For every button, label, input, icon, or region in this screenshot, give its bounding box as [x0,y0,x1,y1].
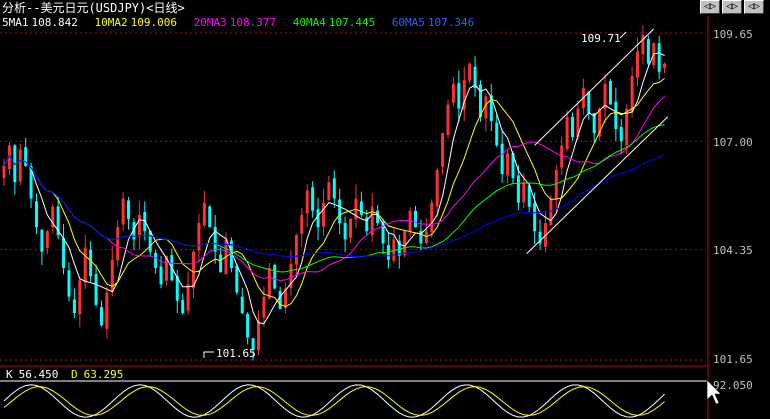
candle-body-80 [435,169,439,207]
candle-body-8 [45,231,49,248]
candle-body-83 [451,84,455,103]
candle-body-57 [311,187,315,211]
candle-body-44 [240,296,244,313]
indicator-axis-value: 92.050 [713,379,753,392]
candle-body-58 [316,209,320,228]
candle-body-22 [121,198,125,225]
candle-body-60 [327,182,331,200]
candle-body-115 [625,108,629,146]
candle-body-82 [446,104,450,135]
candle-body-18 [99,307,103,326]
price-chart[interactable]: 109.65 107.00 104.35 101.65 92.050 109.7… [0,0,770,419]
candle-body-6 [34,201,38,228]
candle-body-56 [305,190,309,214]
k-value: 56.450 [18,368,59,381]
candle-body-96 [522,182,526,203]
candle-body-7 [40,229,44,252]
candle-body-61 [332,178,336,199]
y-tick-2: 107.00 [713,136,753,149]
candle-body-16 [89,249,93,277]
candle-body-51 [278,291,282,309]
d-line [3,386,665,416]
candle-body-121 [657,43,661,72]
candle-body-79 [430,202,434,233]
candle-body-13 [72,299,76,313]
d-value: 63.295 [83,368,124,381]
candle-body-119 [646,39,650,64]
candle-body-92 [500,143,504,175]
candle-body-23 [127,200,131,219]
candle-body-21 [116,227,120,261]
candle-body-47 [256,321,260,351]
candle-body-116 [630,75,634,113]
candle-body-45 [246,313,250,338]
candle-body-50 [273,264,277,289]
d-label: D [71,368,78,381]
candle-body-55 [300,214,304,235]
candle-body-117 [636,51,640,78]
high-annotation: 109.71 [581,32,621,45]
candle-body-66 [359,201,363,215]
candle-body-54 [294,235,298,265]
k-line [3,384,665,418]
candle-body-43 [235,265,239,293]
candle-body-74 [403,231,407,256]
candle-body-76 [414,210,418,228]
candle-body-114 [619,127,623,142]
candle-body-19 [105,292,109,329]
candle-body-12 [67,270,71,297]
candle-body-15 [83,247,87,283]
candle-body-14 [78,280,82,315]
candle-body-29 [159,266,163,285]
y-tick-3: 104.35 [713,244,753,257]
candle-body-3 [18,149,22,182]
candle-body-112 [608,81,612,105]
kd-readout: K 56.450 D 63.295 [6,368,129,381]
y-tick-4: 101.65 [713,353,753,366]
candle-body-36 [197,223,201,251]
candle-body-49 [267,268,271,299]
candle-body-108 [587,91,591,113]
candle-body-33 [181,300,185,313]
candle-body-98 [533,203,537,232]
candle-body-93 [506,153,510,176]
candle-body-63 [343,223,347,240]
candle-body-95 [516,175,520,203]
candle-body-86 [468,63,472,81]
y-tick-1: 109.65 [713,28,753,41]
candle-body-102 [554,169,558,200]
candle-body-91 [495,122,499,146]
candle-body-40 [219,254,223,273]
candle-body-84 [457,83,461,109]
k-label: K [6,368,13,381]
candle-body-17 [94,274,98,305]
candle-body-104 [565,116,569,150]
candle-body-122 [663,63,667,69]
candle-body-48 [262,296,266,318]
candle-body-113 [614,101,618,130]
low-annotation: 101.65 [216,347,256,360]
candle-body-59 [321,202,325,227]
candle-body-81 [441,133,445,168]
candle-body-64 [349,218,353,238]
candle-body-62 [338,199,342,224]
candle-body-78 [424,231,428,244]
candle-body-25 [137,214,141,237]
candle-body-34 [186,284,190,311]
candle-body-88 [478,84,482,117]
candle-body-38 [208,206,212,228]
candle-body-37 [202,202,206,226]
candle-body-0 [2,165,6,179]
candle-body-11 [62,238,66,269]
candle-body-28 [154,252,158,269]
low-marker [203,351,214,358]
candle-body-105 [571,116,575,138]
kd-lines [3,384,665,418]
